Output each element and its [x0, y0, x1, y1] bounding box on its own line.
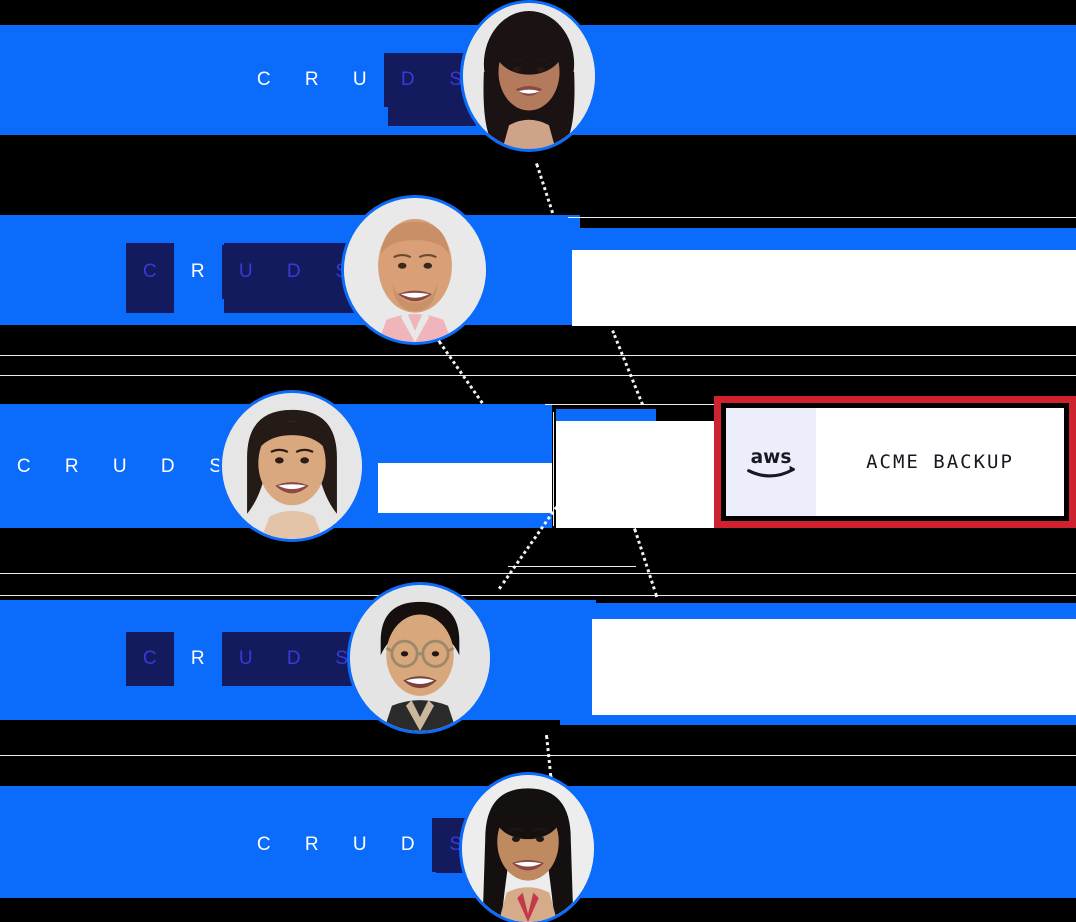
svg-text:aws: aws — [751, 447, 792, 468]
row-5-letter-d[interactable]: D — [384, 818, 432, 872]
row-4-panel-body[interactable] — [592, 619, 1076, 715]
row-3-letter-u[interactable]: U — [96, 440, 144, 494]
row-3-crud-letters: C R U D S — [0, 440, 240, 494]
aws-card-inner: aws ACME BACKUP — [726, 408, 1064, 516]
connector-5 — [633, 528, 659, 598]
divider-rule-5 — [0, 755, 1076, 756]
aws-card-title: ACME BACKUP — [866, 451, 1014, 473]
row-1-letter-d[interactable]: D — [384, 53, 432, 107]
avatar-person-3[interactable] — [222, 393, 362, 539]
row-1-letter-c[interactable]: C — [240, 53, 288, 107]
avatar-person-1-image — [463, 3, 595, 149]
avatar-person-4-image — [350, 585, 490, 731]
row-2-panel-header — [574, 228, 1076, 250]
row-5-letter-r[interactable]: R — [288, 818, 336, 872]
row-4-letter-c[interactable]: C — [126, 632, 174, 686]
row-4-panel-header — [590, 603, 1076, 619]
row-5-letter-c[interactable]: C — [240, 818, 288, 872]
row-1-letter-u[interactable]: U — [336, 53, 384, 107]
avatar-person-2[interactable] — [344, 198, 486, 342]
row-3-letter-c[interactable]: C — [0, 440, 48, 494]
divider-rule-2 — [0, 375, 1076, 376]
divider-rule-1 — [0, 355, 1076, 356]
row-4-letter-u[interactable]: U — [222, 632, 270, 686]
row-2-letter-r[interactable]: R — [174, 245, 222, 299]
divider-rule-3 — [0, 573, 1076, 574]
aws-logo: aws — [726, 408, 816, 516]
row-2-panel-top-rule — [568, 217, 1076, 218]
avatar-person-4[interactable] — [350, 585, 490, 731]
row-2-letter-d[interactable]: D — [270, 245, 318, 299]
avatar-person-5[interactable] — [462, 775, 594, 922]
row-2-letter-u[interactable]: U — [222, 245, 270, 299]
row-3-inline-field[interactable] — [378, 463, 552, 513]
avatar-person-3-image — [222, 393, 362, 539]
avatar-person-5-image — [462, 775, 594, 922]
row-3-letter-r[interactable]: R — [48, 440, 96, 494]
connector-bridge — [508, 566, 636, 567]
diagram-canvas: C R U D S C R U D S C R U D S aws ACME B… — [0, 0, 1076, 922]
avatar-person-2-image — [344, 198, 486, 342]
row-4-letter-r[interactable]: R — [174, 632, 222, 686]
row-3-panel-header — [556, 409, 656, 421]
row-1-letter-r[interactable]: R — [288, 53, 336, 107]
row-3-panel-body[interactable] — [556, 421, 716, 528]
divider-rule-4 — [0, 595, 1076, 596]
row-2-panel-body[interactable] — [572, 250, 1076, 326]
row-3-panel-top-rule — [545, 404, 717, 405]
row-4-panel-footer — [560, 715, 1076, 725]
connector-3 — [611, 330, 644, 406]
row-3-letter-d[interactable]: D — [144, 440, 192, 494]
row-1-crud-letters: C R U D S — [240, 53, 480, 107]
row-5-crud-letters: C R U D S — [240, 818, 480, 872]
connector-6 — [545, 735, 553, 778]
row-4-crud-letters: C R U D S — [126, 632, 366, 686]
row-2-crud-letters: C R U D S — [126, 245, 366, 299]
row-4-letter-d[interactable]: D — [270, 632, 318, 686]
row-2-letter-c[interactable]: C — [126, 245, 174, 299]
aws-alert-card[interactable]: aws ACME BACKUP — [714, 396, 1076, 528]
row-5-letter-u[interactable]: U — [336, 818, 384, 872]
avatar-person-1[interactable] — [463, 3, 595, 149]
